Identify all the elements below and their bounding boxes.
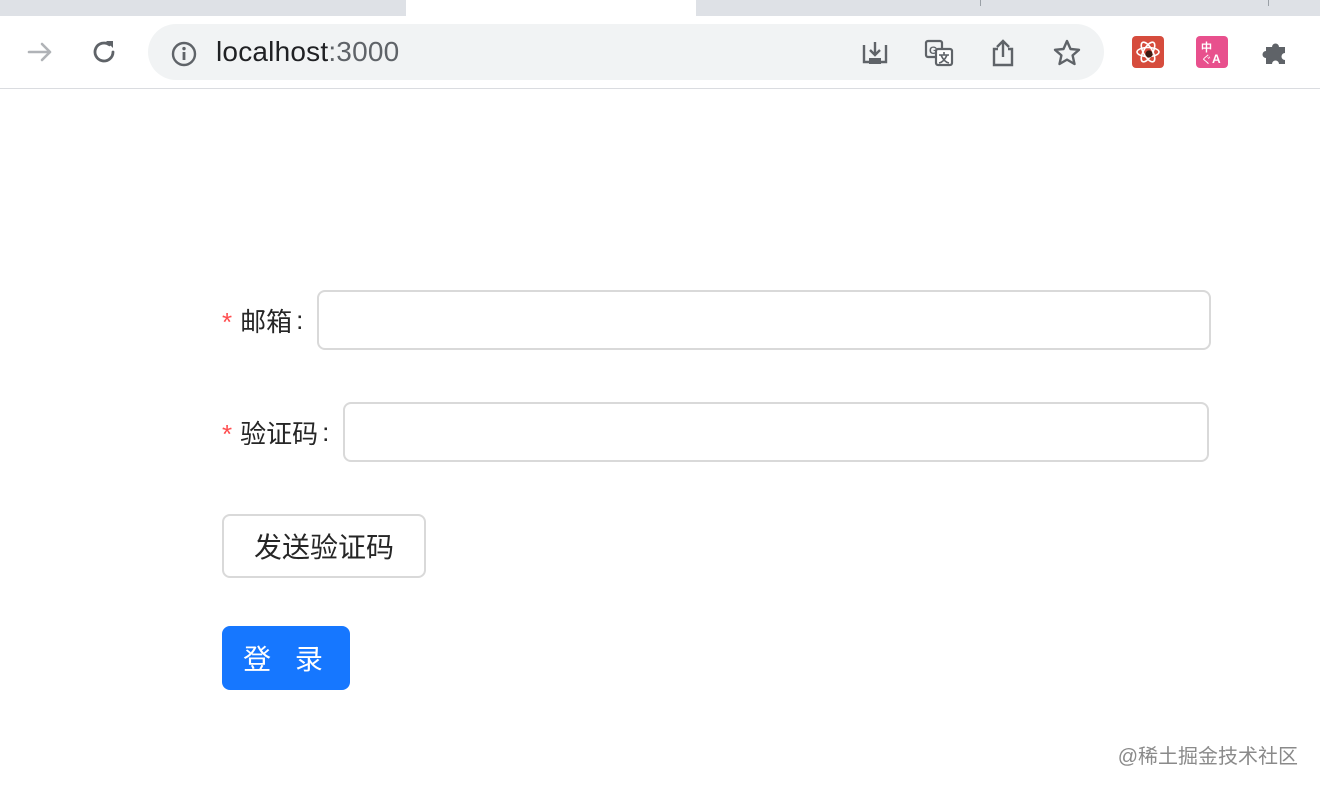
share-icon[interactable] — [988, 38, 1018, 68]
svg-text:中: 中 — [1201, 40, 1212, 54]
url-text[interactable]: localhost:3000 — [216, 36, 399, 68]
login-button[interactable]: 登 录 — [222, 626, 350, 690]
site-info-icon[interactable] — [170, 40, 197, 67]
tab-inactive-left[interactable] — [0, 0, 406, 16]
tab-separator — [1268, 0, 1269, 6]
svg-text:G: G — [929, 45, 938, 57]
install-app-icon[interactable] — [860, 38, 890, 68]
svg-text:ぐ: ぐ — [1201, 53, 1212, 65]
url-port: :3000 — [328, 36, 400, 67]
required-mark: * — [222, 306, 233, 337]
code-form-item: * 验证码 : — [222, 402, 1210, 462]
label-colon: : — [296, 304, 304, 335]
tab-active[interactable] — [406, 0, 696, 16]
translate-extension-icon[interactable]: 中Aぐ — [1196, 36, 1228, 68]
address-bar[interactable]: localhost:3000 G — [148, 24, 1104, 80]
email-label: * 邮箱 : — [222, 302, 317, 339]
tab-separator — [980, 0, 981, 6]
extensions-puzzle-icon[interactable] — [1258, 34, 1294, 70]
browser-toolbar: localhost:3000 G 中Aぐ — [0, 16, 1320, 89]
email-label-text: 邮箱 — [240, 306, 293, 337]
label-colon: : — [322, 416, 330, 447]
verification-code-input[interactable] — [343, 402, 1210, 462]
code-label: * 验证码 : — [222, 414, 343, 451]
code-label-text: 验证码 — [240, 418, 319, 449]
watermark: @稀土掘金技术社区 — [1117, 746, 1298, 768]
required-mark: * — [222, 418, 233, 449]
svg-text:A: A — [1212, 52, 1221, 65]
translate-icon[interactable]: G — [924, 38, 954, 68]
url-host: localhost — [216, 36, 329, 67]
reload-icon[interactable] — [86, 34, 122, 70]
forward-icon[interactable] — [22, 34, 58, 70]
tab-inactive-right[interactable] — [696, 0, 1320, 16]
tab-strip — [0, 0, 1320, 16]
react-devtools-extension-icon[interactable] — [1132, 36, 1164, 68]
send-code-button[interactable]: 发送验证码 — [222, 514, 426, 578]
bookmark-star-icon[interactable] — [1052, 38, 1082, 68]
email-form-item: * 邮箱 : — [222, 290, 1212, 350]
email-input[interactable] — [317, 290, 1212, 350]
